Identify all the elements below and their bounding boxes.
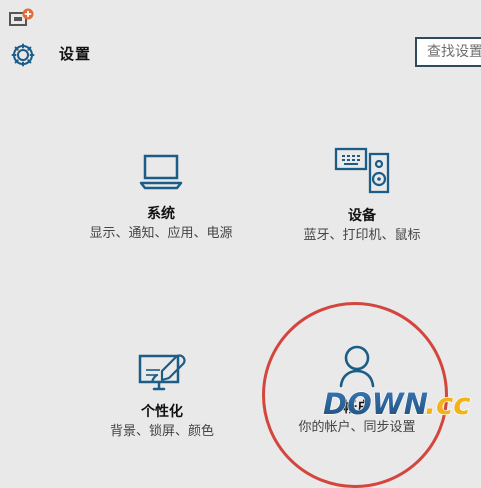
tile-system-title: 系统 <box>147 206 175 222</box>
devices-icon <box>330 146 394 200</box>
personalization-icon <box>132 347 192 395</box>
settings-page: 设置 系统 显示、通知、应用、电源 <box>0 0 481 488</box>
tile-system[interactable]: 系统 显示、通知、应用、电源 <box>82 149 240 243</box>
gear-icon <box>10 42 36 68</box>
laptop-icon <box>131 149 191 197</box>
tile-system-description: 显示、通知、应用、电源 <box>89 226 233 241</box>
search-box[interactable] <box>415 37 481 67</box>
tile-accounts[interactable]: 帐户 你的帐户、同步设置 <box>270 343 444 437</box>
tile-devices-title: 设备 <box>348 208 376 224</box>
page-title: 设置 <box>59 45 92 63</box>
tile-personalization[interactable]: 个性化 背景、锁屏、颜色 <box>84 347 240 441</box>
tile-accounts-title: 帐户 <box>343 400 371 416</box>
tile-devices[interactable]: 设备 蓝牙、打印机、鼠标 <box>282 146 442 245</box>
tile-personalization-title: 个性化 <box>141 404 183 420</box>
search-input[interactable] <box>417 39 481 65</box>
account-icon <box>330 343 384 391</box>
app-badge-icon <box>7 7 35 33</box>
tile-personalization-description: 背景、锁屏、颜色 <box>109 424 214 439</box>
tile-devices-description: 蓝牙、打印机、鼠标 <box>303 228 421 243</box>
tile-accounts-description: 你的帐户、同步设置 <box>298 420 416 435</box>
